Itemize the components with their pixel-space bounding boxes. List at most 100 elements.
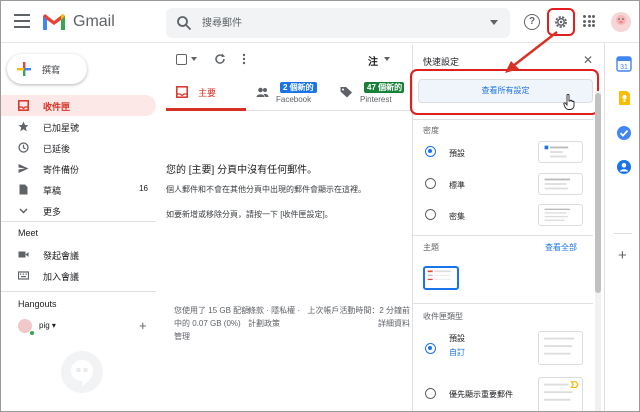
quick-settings-title: 快速設定 xyxy=(423,57,460,67)
sidebar-divider xyxy=(1,221,156,222)
meet-nav: 發起會議 加入會議 xyxy=(1,244,156,286)
inbox-option-label: 優先顯示重要郵件 xyxy=(449,390,513,399)
plus-icon xyxy=(17,62,31,76)
side-panel: 31 + xyxy=(604,43,639,411)
svg-text:31: 31 xyxy=(620,64,628,71)
more-vert-icon[interactable] xyxy=(242,53,246,65)
empty-state-title: 您的 [主要] 分頁中沒有任何郵件。 xyxy=(166,165,318,176)
density-title: 密度 xyxy=(423,126,439,135)
chevron-down-icon xyxy=(19,208,28,214)
tab-sender: Pinterest xyxy=(360,95,392,104)
keep-icon[interactable] xyxy=(616,90,632,106)
new-count-badge: 2 個新的 xyxy=(280,82,317,93)
density-option-label: 預設 xyxy=(449,149,465,158)
gmail-logo-icon[interactable] xyxy=(42,13,66,31)
avatar[interactable] xyxy=(611,12,631,32)
mail-toolbar: 注 xyxy=(166,45,411,73)
select-all-checkbox[interactable] xyxy=(176,54,187,65)
people-icon xyxy=(256,87,269,97)
hangouts-user[interactable]: pig ▾ xyxy=(39,321,56,330)
inbox-important-first-radio[interactable] xyxy=(425,388,436,399)
sidebar-item-label: 發起會議 xyxy=(43,251,80,261)
chevron-down-icon[interactable] xyxy=(191,57,197,61)
gear-icon[interactable] xyxy=(553,14,569,30)
close-icon[interactable]: ✕ xyxy=(583,53,593,67)
hangouts-user-name: pig xyxy=(39,321,50,330)
hand-cursor-icon xyxy=(563,94,575,110)
inbox-default-radio[interactable] xyxy=(425,343,436,354)
customize-link[interactable]: 自訂 xyxy=(449,347,465,358)
refresh-icon[interactable] xyxy=(214,53,226,65)
video-icon xyxy=(18,251,29,258)
calendar-icon[interactable]: 31 xyxy=(616,56,632,72)
density-compact-preview xyxy=(538,204,583,226)
sidebar-item-inbox[interactable]: 收件匣 xyxy=(1,95,156,116)
chevron-down-icon[interactable] xyxy=(384,57,390,61)
panel-scrollbar-thumb[interactable] xyxy=(595,93,601,293)
input-tools-button[interactable]: 注 xyxy=(368,53,378,68)
search-icon[interactable] xyxy=(176,15,192,31)
draft-icon xyxy=(19,184,28,195)
density-standard-radio[interactable] xyxy=(425,178,436,189)
sidebar-item-join-meeting[interactable]: 加入會議 xyxy=(1,265,156,286)
density-compact-radio[interactable] xyxy=(425,209,436,220)
inbox-type-title: 收件匣類型 xyxy=(423,312,463,321)
tab-promotions[interactable]: 47 個新的 Pinterest xyxy=(332,75,411,111)
density-option-label: 標準 xyxy=(449,181,465,190)
panel-divider xyxy=(413,119,593,120)
hangouts-chat-icon xyxy=(61,351,103,393)
search-input[interactable] xyxy=(202,15,462,31)
tab-sender: Facebook xyxy=(276,95,312,104)
draft-count: 16 xyxy=(139,184,148,193)
theme-preview[interactable] xyxy=(423,266,459,290)
sidebar-item-label: 寄件備份 xyxy=(43,165,80,175)
sidebar-item-snoozed[interactable]: 已延後 xyxy=(1,137,156,158)
empty-state-line: 如要新增或移除分頁，請按一下 [收件匣設定]。 xyxy=(166,210,333,219)
sidebar-item-sent[interactable]: 寄件備份 xyxy=(1,158,156,179)
hangouts-title: Hangouts xyxy=(18,299,57,309)
tab-primary[interactable]: 主要 xyxy=(166,75,246,111)
sidebar-item-more[interactable]: 更多 xyxy=(1,200,156,221)
menu-icon[interactable] xyxy=(14,14,30,28)
tag-icon xyxy=(340,87,352,98)
sidebar-item-label: 已加星號 xyxy=(43,123,80,133)
keyboard-icon xyxy=(18,271,29,280)
contacts-icon[interactable] xyxy=(616,159,632,175)
density-default-radio[interactable] xyxy=(425,146,436,157)
star-icon xyxy=(18,121,29,132)
send-icon xyxy=(18,164,29,173)
category-tabs: 主要 2 個新的 Facebook 47 個新的 Pinterest xyxy=(166,75,411,111)
sidebar-item-starred[interactable]: 已加星號 xyxy=(1,116,156,137)
sidebar-item-label: 更多 xyxy=(43,207,62,217)
add-addon-icon[interactable]: + xyxy=(618,247,627,264)
activity-details-link[interactable]: 詳細資料 xyxy=(290,317,410,330)
compose-button[interactable]: 撰寫 xyxy=(7,54,87,84)
sidebar-item-new-meeting[interactable]: 發起會議 xyxy=(1,244,156,265)
panel-divider xyxy=(413,235,593,236)
add-contact-icon[interactable]: + xyxy=(139,318,147,333)
chevron-down-icon: ▾ xyxy=(51,321,56,330)
sidebar-divider xyxy=(1,291,156,292)
inbox-icon xyxy=(18,100,29,111)
sidebar-item-drafts[interactable]: 草稿 16 xyxy=(1,179,156,200)
gmail-window: Gmail ? xyxy=(0,0,640,412)
search-options-icon[interactable] xyxy=(490,20,498,25)
sidebar-item-label: 加入會議 xyxy=(43,272,80,282)
clock-icon xyxy=(18,142,29,153)
tab-label: 主要 xyxy=(198,88,217,98)
tasks-icon[interactable] xyxy=(616,125,632,141)
search-bar[interactable] xyxy=(166,8,510,38)
side-panel-divider xyxy=(614,233,632,234)
storage-usage: 您使用了 15 GB 配額中的 0.07 GB (0%) xyxy=(174,306,250,328)
view-all-themes-link[interactable]: 查看全部 xyxy=(545,242,577,253)
online-status-icon xyxy=(29,330,35,336)
manage-storage-link[interactable]: 管理 xyxy=(174,330,254,343)
tab-social[interactable]: 2 個新的 Facebook xyxy=(248,75,332,111)
help-icon[interactable]: ? xyxy=(524,14,540,30)
annotation-arrow-icon xyxy=(505,31,558,73)
meet-title: Meet xyxy=(18,228,39,238)
density-option-label: 密集 xyxy=(449,212,465,221)
density-standard-preview xyxy=(538,173,583,195)
apps-icon[interactable] xyxy=(583,15,595,27)
empty-state-line: 個人郵件和不會在其他分頁中出現的郵件會顯示在這裡。 xyxy=(166,185,366,194)
